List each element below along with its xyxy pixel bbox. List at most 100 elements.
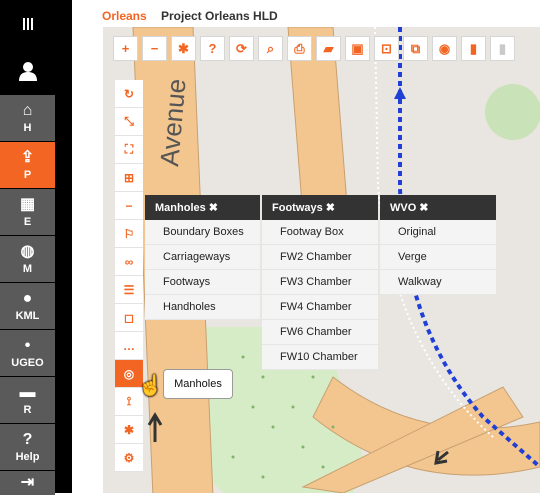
menu-item[interactable]: Carriageways [145, 245, 260, 270]
menu-title: Footways [272, 201, 323, 214]
footways-menu: Footways ✖ Footway Box FW2 Chamber FW3 C… [262, 195, 378, 370]
flag-icon: ⚐ [123, 226, 135, 241]
sidebar-item-home[interactable]: ⌂ H [0, 95, 55, 141]
reload-tool[interactable]: ↻ [115, 80, 143, 108]
polygon-tool[interactable]: ◻ [115, 304, 143, 332]
close-icon[interactable]: ✖ [209, 201, 218, 214]
polygon-icon: ◻ [124, 310, 134, 325]
sidebar-item-equipment[interactable]: ▦ E [0, 189, 55, 235]
sidebar-item-ugeo[interactable]: • UGEO [0, 330, 55, 376]
manholes-tool-icon: ◎ [123, 366, 135, 381]
close-icon[interactable]: ✖ [419, 201, 428, 214]
menu-item[interactable]: FW2 Chamber [262, 245, 378, 270]
signpost-icon: ☰ [123, 282, 135, 297]
sidebar-item-label: Help [15, 450, 40, 463]
bookmark-icon: ▮ [469, 40, 478, 56]
menu-header: Footways ✖ [262, 195, 378, 220]
menu-item[interactable]: FW10 Chamber [262, 345, 378, 370]
user-button[interactable] [0, 47, 55, 95]
fullscreen-tool[interactable]: ⛶ [115, 136, 143, 164]
user-icon [18, 62, 37, 81]
sidebar-item-label: H [23, 121, 32, 134]
tool-panel: ↻ ⤡ ⛶ ⊞ − ⚐ ∞ ☰ ◻ … ◎ ⟟ ✱ ⚙ [115, 80, 143, 472]
sidebar-item-projects[interactable]: ⇪ P [0, 142, 55, 188]
breadcrumb-project[interactable]: Orleans [102, 9, 147, 23]
menu-title: Manholes [155, 201, 206, 214]
minus-icon: − [125, 198, 133, 213]
sidebar-item-reports[interactable]: ▬ R [0, 377, 55, 423]
refresh-button[interactable]: ⟳ [229, 36, 254, 61]
gear-tool[interactable]: ⚙ [115, 444, 143, 472]
table-tool[interactable]: ⊞ [115, 164, 143, 192]
map-toolbar: + − ✱ ? ⟳ ⌕ ⎙ ▰ ▣ ⊡ ⧉ ◉ ▮ ▮ [113, 36, 515, 61]
menu-item[interactable]: Original [380, 220, 496, 245]
sidebar-item-label: KML [15, 309, 40, 322]
settings-icon: ✱ [178, 40, 189, 56]
page-title: Project Orleans HLD [161, 9, 278, 23]
bookmark-button[interactable]: ▮ [461, 36, 486, 61]
hamburger-icon [22, 17, 33, 30]
sidebar-item-kml[interactable]: ● KML [0, 283, 55, 329]
globe-icon: ◍ [20, 242, 35, 260]
view-button[interactable]: ◉ [432, 36, 457, 61]
menu-item[interactable]: FW4 Chamber [262, 295, 378, 320]
help-button[interactable]: ? [200, 36, 225, 61]
collapse-tool[interactable]: ⤡ [115, 108, 143, 136]
layout-button[interactable]: ▣ [345, 36, 370, 61]
close-icon[interactable]: ✖ [326, 201, 335, 214]
menu-item[interactable]: FW3 Chamber [262, 270, 378, 295]
menu-item[interactable]: Footways [145, 270, 260, 295]
settings-button[interactable]: ✱ [171, 36, 196, 61]
flag-tool[interactable]: ⚐ [115, 220, 143, 248]
menu-header: Manholes ✖ [145, 195, 260, 220]
map-pin-icon: ● [22, 289, 33, 307]
layout-icon: ▣ [351, 40, 364, 56]
sidebar-item-maps[interactable]: ◍ M [0, 236, 55, 282]
ruler-icon: ▰ [323, 40, 334, 56]
search-button[interactable]: ⌕ [258, 36, 283, 61]
more-icon: … [123, 338, 135, 353]
capture-button[interactable]: ⊡ [374, 36, 399, 61]
signpost-tool[interactable]: ☰ [115, 276, 143, 304]
tape-tool[interactable]: ∞ [115, 248, 143, 276]
reload-icon: ↻ [123, 86, 135, 101]
table-icon: ⊞ [123, 170, 135, 185]
menu-item[interactable]: Handholes [145, 295, 260, 320]
bookmark-disabled-button[interactable]: ▮ [490, 36, 515, 61]
refresh-icon: ⟳ [236, 40, 247, 56]
tooltip: Manholes [163, 369, 233, 399]
zoom-out-button[interactable]: − [142, 36, 167, 61]
screens-button[interactable]: ⧉ [403, 36, 428, 61]
minus-tool[interactable]: − [115, 192, 143, 220]
print-icon: ⎙ [294, 40, 305, 56]
logout-icon: ⇥ [20, 474, 35, 491]
menu-item[interactable]: FW6 Chamber [262, 320, 378, 345]
home-icon: ⌂ [22, 101, 33, 119]
sidebar-item-label: UGEO [11, 356, 44, 369]
logout-button[interactable]: ⇥ [0, 471, 55, 495]
menu-item[interactable]: Footway Box [262, 220, 378, 245]
sidebar-item-help[interactable]: ? Help [0, 424, 55, 470]
sidebar-item-label: P [23, 168, 32, 181]
asterisk-tool[interactable]: ✱ [115, 416, 143, 444]
zoom-in-button[interactable]: + [113, 36, 138, 61]
park-circle [485, 84, 540, 140]
more-tool[interactable]: … [115, 332, 143, 360]
menu-button[interactable] [0, 0, 55, 47]
measure-button[interactable]: ▰ [316, 36, 341, 61]
pin-icon: • [24, 336, 31, 354]
menu-header: WVO ✖ [380, 195, 496, 220]
chip-icon: ▦ [19, 195, 36, 213]
sidebar-gutter [55, 0, 72, 493]
sidebar-item-label: R [23, 403, 32, 416]
capture-icon: ⊡ [381, 40, 392, 56]
card-icon: ▬ [19, 383, 36, 401]
share-icon: ⇪ [20, 148, 35, 166]
menu-item[interactable]: Boundary Boxes [145, 220, 260, 245]
sidebar-item-label: M [22, 262, 33, 275]
gear-icon: ⚙ [123, 450, 135, 465]
antenna-icon: ⟟ [126, 394, 132, 408]
menu-item[interactable]: Verge [380, 245, 496, 270]
print-button[interactable]: ⎙ [287, 36, 312, 61]
menu-item[interactable]: Walkway [380, 270, 496, 295]
